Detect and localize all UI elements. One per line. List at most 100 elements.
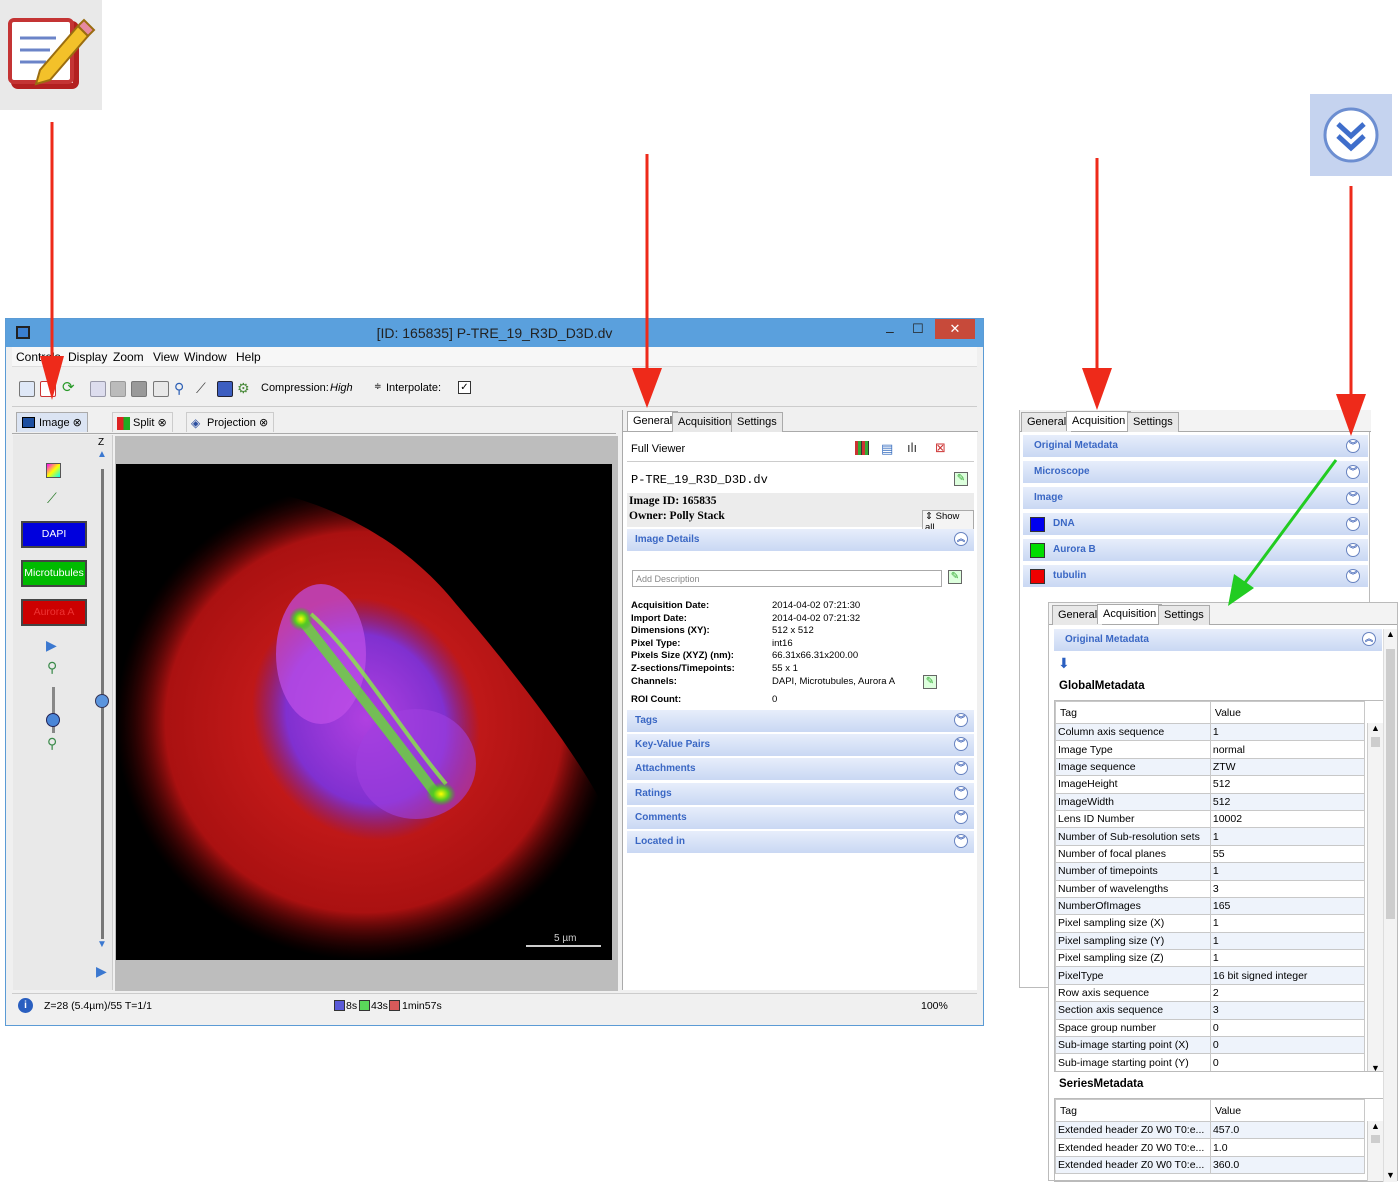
copy-icon[interactable]	[90, 381, 106, 397]
tab-projection[interactable]: ◈ Projection ⊗	[186, 412, 275, 432]
expand-chevron-icon[interactable]: ︾	[1346, 543, 1360, 557]
tag-column-header[interactable]: Tag	[1055, 701, 1211, 724]
info-icon[interactable]: i	[18, 998, 33, 1013]
maximize-button[interactable]: ☐	[912, 321, 924, 337]
expand-chevron-icon[interactable]: ︾	[1346, 569, 1360, 583]
scroll-thumb[interactable]	[1371, 1135, 1380, 1143]
meta-tab-settings[interactable]: Settings	[1158, 605, 1210, 625]
z-slider-handle[interactable]	[95, 694, 109, 708]
meta-tab-acquisition[interactable]: Acquisition	[1097, 604, 1163, 624]
table-row[interactable]: Pixel sampling size (X) 1	[1055, 914, 1366, 933]
table-row[interactable]: Pixel sampling size (Y) 1	[1055, 931, 1366, 951]
expand-chevron-icon[interactable]: ︾	[954, 761, 968, 776]
close-button[interactable]: ✕	[935, 319, 975, 339]
tab-image[interactable]: Image ⊗	[16, 412, 88, 432]
table-row[interactable]: Number of wavelengths 3	[1055, 879, 1366, 898]
scroll-thumb[interactable]	[1371, 737, 1380, 747]
scroll-up-icon[interactable]: ▲	[1368, 1121, 1383, 1131]
scroll-down-icon[interactable]: ▼	[1371, 1063, 1380, 1071]
acq-row-microscope[interactable]: Microscope ︾	[1023, 461, 1368, 483]
section-ratings[interactable]: Ratings ︾	[627, 782, 974, 805]
expand-chevron-icon[interactable]: ︾	[1346, 491, 1360, 505]
microscopy-image[interactable]: 5 µm	[116, 464, 612, 960]
table-row[interactable]: Number of Sub-resolution sets 1	[1055, 827, 1366, 846]
scroll-thumb[interactable]	[1386, 649, 1395, 919]
settings-icon[interactable]: ⚙	[237, 381, 253, 397]
tab-settings[interactable]: Settings	[731, 412, 783, 432]
table-row[interactable]: PixelType 16 bit signed integer	[1055, 966, 1366, 985]
acq-tab-acquisition[interactable]: Acquisition	[1066, 411, 1132, 431]
z-up-icon[interactable]: ▲	[97, 449, 107, 460]
section-comments[interactable]: Comments ︾	[627, 806, 974, 829]
metadata-view-icon[interactable]	[19, 381, 35, 397]
table-row[interactable]: Image sequence ZTW	[1055, 757, 1366, 777]
eyedropper-icon[interactable]: ⟋	[47, 490, 57, 507]
acq-row-aurora-b[interactable]: Aurora B ︾	[1023, 539, 1368, 561]
zoom-icon[interactable]: ⚲	[174, 381, 190, 397]
scroll-down-icon[interactable]: ▼	[1386, 1170, 1395, 1180]
table-row[interactable]: Number of focal planes 55	[1055, 844, 1366, 864]
paste-icon[interactable]	[110, 381, 126, 397]
export-icon[interactable]	[217, 381, 233, 397]
compression-select[interactable]: High	[330, 382, 353, 394]
close-tab-icon[interactable]: ⊗	[73, 417, 82, 429]
table-row[interactable]: Sub-image starting point (X) 0	[1055, 1036, 1366, 1055]
tab-split[interactable]: Split ⊗	[112, 412, 173, 432]
expand-chevron-icon[interactable]: ︾	[954, 737, 968, 752]
tab-acquisition[interactable]: Acquisition	[672, 412, 738, 432]
table-row[interactable]: Image Type normal	[1055, 740, 1366, 759]
acq-row-dna[interactable]: DNA ︾	[1023, 513, 1368, 535]
section-key-value-pairs[interactable]: Key-Value Pairs ︾	[627, 734, 974, 757]
table-row[interactable]: Pixel sampling size (Z) 1	[1055, 949, 1366, 968]
acq-tab-settings[interactable]: Settings	[1127, 412, 1179, 432]
menu-help[interactable]: Help	[236, 350, 261, 364]
color-picker-icon[interactable]	[46, 463, 61, 478]
edit-name-icon[interactable]: ✎	[954, 472, 968, 486]
close-tab-icon[interactable]: ⊗	[157, 417, 166, 429]
table-row[interactable]: Sub-image starting point (Y) 0	[1055, 1053, 1366, 1071]
acq-row-tubulin[interactable]: tubulin ︾	[1023, 565, 1368, 587]
table-row[interactable]: Space group number 0	[1055, 1018, 1366, 1038]
compression-spinner-icon[interactable]: ≑	[374, 381, 382, 392]
expand-chevron-icon[interactable]: ︾	[1346, 465, 1360, 479]
table-row[interactable]: Extended header Z0 W0 T0:e... 360.0	[1055, 1155, 1366, 1175]
menu-zoom[interactable]: Zoom	[113, 350, 144, 364]
tab-general[interactable]: General	[627, 411, 679, 431]
expand-chevron-icon[interactable]: ︾	[954, 834, 968, 848]
zoom-out-icon[interactable]: ⚲	[47, 735, 57, 752]
download-icon[interactable]: ⬇	[1058, 655, 1070, 672]
edit-description-icon[interactable]: ✎	[948, 570, 962, 584]
series-scrollbar[interactable]: ▲	[1367, 1121, 1383, 1181]
movie-icon[interactable]	[153, 381, 169, 397]
open-with-icon[interactable]: ▤	[881, 441, 893, 457]
scroll-up-icon[interactable]: ▲	[1384, 629, 1397, 639]
close-tab-icon[interactable]: ⊗	[259, 417, 268, 429]
play-timeline-icon[interactable]: ▶	[96, 963, 107, 980]
table-scrollbar[interactable]: ▲ ▼	[1367, 723, 1383, 1071]
zoom-slider-handle[interactable]	[46, 713, 60, 727]
histogram-icon[interactable]: ılı	[907, 440, 917, 455]
table-row[interactable]: Row axis sequence 2	[1055, 983, 1366, 1003]
acq-row-original-metadata[interactable]: Original Metadata ︾	[1023, 435, 1368, 457]
table-row[interactable]: Number of timepoints 1	[1055, 862, 1366, 881]
expand-chevron-icon[interactable]: ︾	[1346, 517, 1360, 531]
meta-tab-general[interactable]: General	[1052, 605, 1104, 625]
save-icon[interactable]	[131, 381, 147, 397]
edit-metadata-icon-small[interactable]	[40, 381, 56, 397]
table-row[interactable]: Column axis sequence 1	[1055, 722, 1366, 742]
expand-chevron-icon[interactable]: ︾	[954, 809, 968, 824]
z-down-icon[interactable]: ▼	[97, 939, 107, 950]
table-row[interactable]: ImageHeight 512	[1055, 775, 1366, 794]
table-row[interactable]: Extended header Z0 W0 T0:e... 457.0	[1055, 1120, 1366, 1140]
value-column-header[interactable]: Value	[1209, 701, 1366, 724]
menu-view[interactable]: View	[153, 350, 179, 364]
full-viewer-button[interactable]: Full Viewer	[631, 443, 685, 455]
tag-column-header[interactable]: Tag	[1055, 1099, 1211, 1122]
table-row[interactable]: Section axis sequence 3	[1055, 1001, 1366, 1020]
collapse-chevron-icon[interactable]: ︽	[1362, 632, 1376, 646]
zoom-in-icon[interactable]: ⚲	[47, 659, 57, 676]
menu-window[interactable]: Window	[184, 350, 227, 364]
grid-icon[interactable]	[855, 441, 869, 455]
image-details-header[interactable]: Image Details ︽	[627, 529, 974, 551]
expand-chevron-icon[interactable]: ︾	[954, 785, 968, 800]
